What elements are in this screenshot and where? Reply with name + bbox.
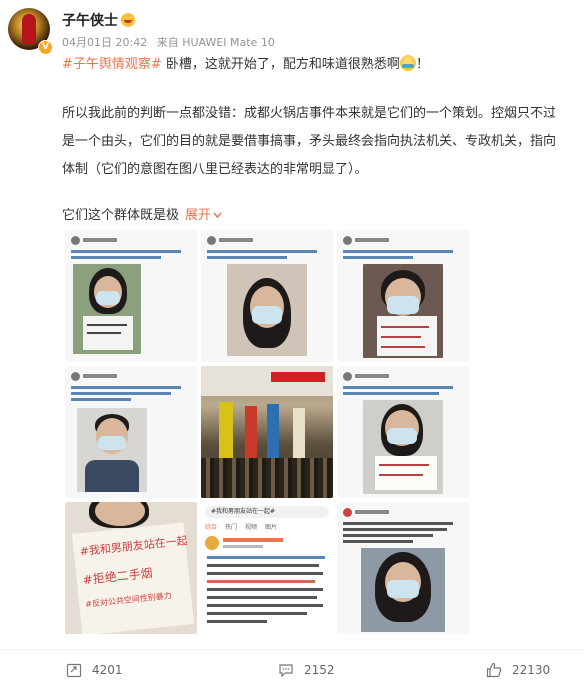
post-image-7[interactable]: #我和男朋友站在一起 #拒绝二手烟 #反对公共空间性别暴力: [65, 502, 197, 634]
post-meta: 04月01日 20:42 来自 HUAWEI Mate 10: [62, 34, 281, 50]
post-date[interactable]: 04月01日 20:42: [62, 36, 147, 49]
post-line-1-end: ！: [415, 57, 429, 72]
post-image-6[interactable]: [337, 366, 469, 498]
verified-badge-icon: V: [38, 40, 53, 55]
post-image-5[interactable]: [201, 366, 333, 498]
screenshot-search-text: #我和男朋友站在一起#: [211, 508, 276, 515]
post-line: 是一个由头，它们的目的就是要借事搞事，矛头最终会指向执法机关、专政机关，指向: [62, 134, 557, 149]
screenshot-search-bar: #我和男朋友站在一起#: [205, 506, 329, 518]
post-line: 所以我此前的判断一点都没错：成都火锅店事件本来就是它们的一个策划。控烟只不过: [62, 106, 557, 121]
username-text[interactable]: 子午侠士: [62, 13, 118, 29]
sign-line-2: #拒绝二手烟: [82, 565, 154, 588]
post-image-8[interactable]: #我和男朋友站在一起# 综合 热门 视频 图片: [201, 502, 333, 634]
post-image-3[interactable]: [337, 230, 469, 362]
post-tail: 它们这个群体既是极 展开: [62, 204, 222, 223]
post-image-4[interactable]: [65, 366, 197, 498]
screenshot-tab: 综合: [205, 524, 218, 531]
post-image-1[interactable]: [65, 230, 197, 362]
comment-count[interactable]: 2152: [304, 663, 335, 677]
expand-label[interactable]: 展开: [185, 208, 211, 223]
comment-button[interactable]: 2152: [278, 662, 335, 678]
post-paragraph: 所以我此前的判断一点都没错：成都火锅店事件本来就是它们的一个策划。控烟只不过 是…: [62, 100, 584, 184]
post-image-2[interactable]: [201, 230, 333, 362]
like-button[interactable]: 22130: [486, 662, 550, 678]
repost-icon: [66, 663, 82, 678]
sweat-emoji-icon: [399, 55, 416, 71]
comment-icon: [279, 664, 293, 678]
like-count[interactable]: 22130: [512, 663, 550, 677]
post-line-1: 卧槽，这就开始了，配方和味道很熟悉啊: [161, 57, 400, 72]
sign-line-3: #反对公共空间性别暴力: [84, 591, 173, 610]
action-bar: 4201 2152 22130: [0, 649, 584, 690]
smile-emoji-icon: [121, 13, 135, 27]
post-first-line: #子午舆情观察# 卧槽，这就开始了，配方和味道很熟悉啊 ！: [62, 53, 429, 72]
post-tail-text: 它们这个群体既是极: [62, 208, 180, 223]
chevron-down-icon: [213, 212, 222, 219]
sign-line-1: #我和男朋友站在一起: [79, 534, 189, 559]
username[interactable]: 子午侠士: [62, 10, 135, 30]
topic-hashtag[interactable]: #子午舆情观察#: [62, 57, 162, 72]
thumbs-up-icon: [486, 662, 502, 678]
post-line: 体制（它们的意图在图八里已经表达的非常明显了）。: [62, 162, 368, 177]
post-source: 来自 HUAWEI Mate 10: [156, 36, 275, 49]
screenshot-tab: 图片: [265, 524, 278, 531]
post-image-9[interactable]: [337, 502, 469, 634]
repost-button[interactable]: 4201: [66, 662, 123, 678]
screenshot-tab: 视频: [245, 524, 258, 531]
repost-count[interactable]: 4201: [92, 663, 123, 677]
screenshot-tab: 热门: [225, 524, 238, 531]
expand-link[interactable]: 展开: [185, 208, 222, 223]
